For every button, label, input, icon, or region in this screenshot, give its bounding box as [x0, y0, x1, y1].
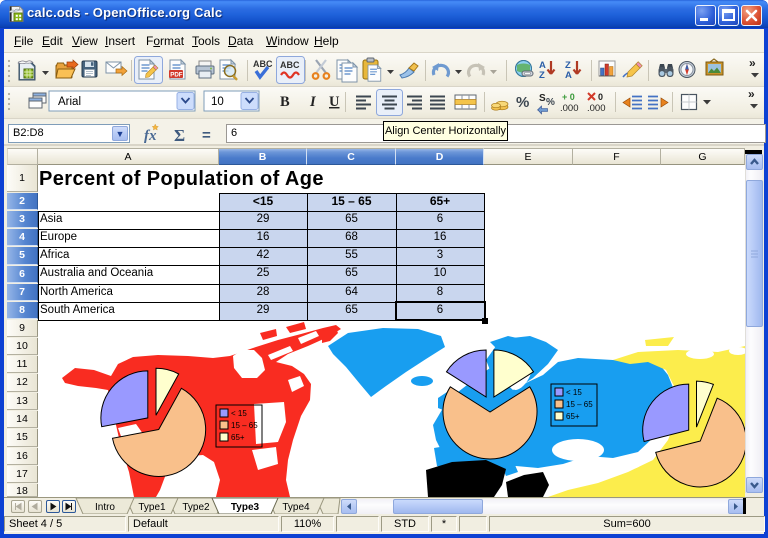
svg-text:Type3: Type3: [231, 502, 260, 513]
svg-text:Type2: Type2: [182, 502, 210, 513]
svg-text:U: U: [329, 94, 340, 110]
svg-text:Type1: Type1: [138, 502, 166, 513]
svg-text:A: A: [565, 70, 572, 81]
svg-text:15 – 65: 15 – 65: [566, 400, 593, 409]
svg-text:=: =: [202, 127, 211, 144]
svg-text:10: 10: [211, 96, 224, 108]
svg-text:Z: Z: [539, 70, 545, 81]
svg-text:%: %: [516, 94, 529, 111]
svg-text:.000: .000: [587, 103, 606, 114]
svg-text:»: »: [748, 87, 755, 101]
svg-text:PDF: PDF: [170, 72, 183, 79]
svg-text:< 15: < 15: [231, 409, 247, 418]
svg-text:ABC: ABC: [280, 60, 300, 70]
svg-text:15 – 65: 15 – 65: [231, 421, 258, 430]
svg-text:Arial: Arial: [58, 96, 81, 108]
svg-text:Σ: Σ: [174, 126, 185, 144]
svg-text:Intro: Intro: [95, 502, 115, 513]
svg-text:+ 0: + 0: [562, 92, 575, 102]
svg-text:ABC: ABC: [253, 59, 273, 69]
svg-text:< 15: < 15: [566, 388, 582, 397]
svg-text:65+: 65+: [566, 412, 580, 421]
svg-text:B: B: [280, 94, 290, 110]
svg-text:0: 0: [598, 92, 603, 102]
svg-text:.000: .000: [560, 103, 579, 114]
svg-text:I: I: [309, 94, 317, 110]
svg-text:fx: fx: [144, 128, 157, 144]
svg-text:S: S: [539, 93, 546, 104]
svg-text:65+: 65+: [231, 433, 245, 442]
svg-text:%: %: [546, 97, 555, 108]
svg-text:»: »: [749, 56, 756, 70]
svg-text:Type4: Type4: [282, 502, 310, 513]
